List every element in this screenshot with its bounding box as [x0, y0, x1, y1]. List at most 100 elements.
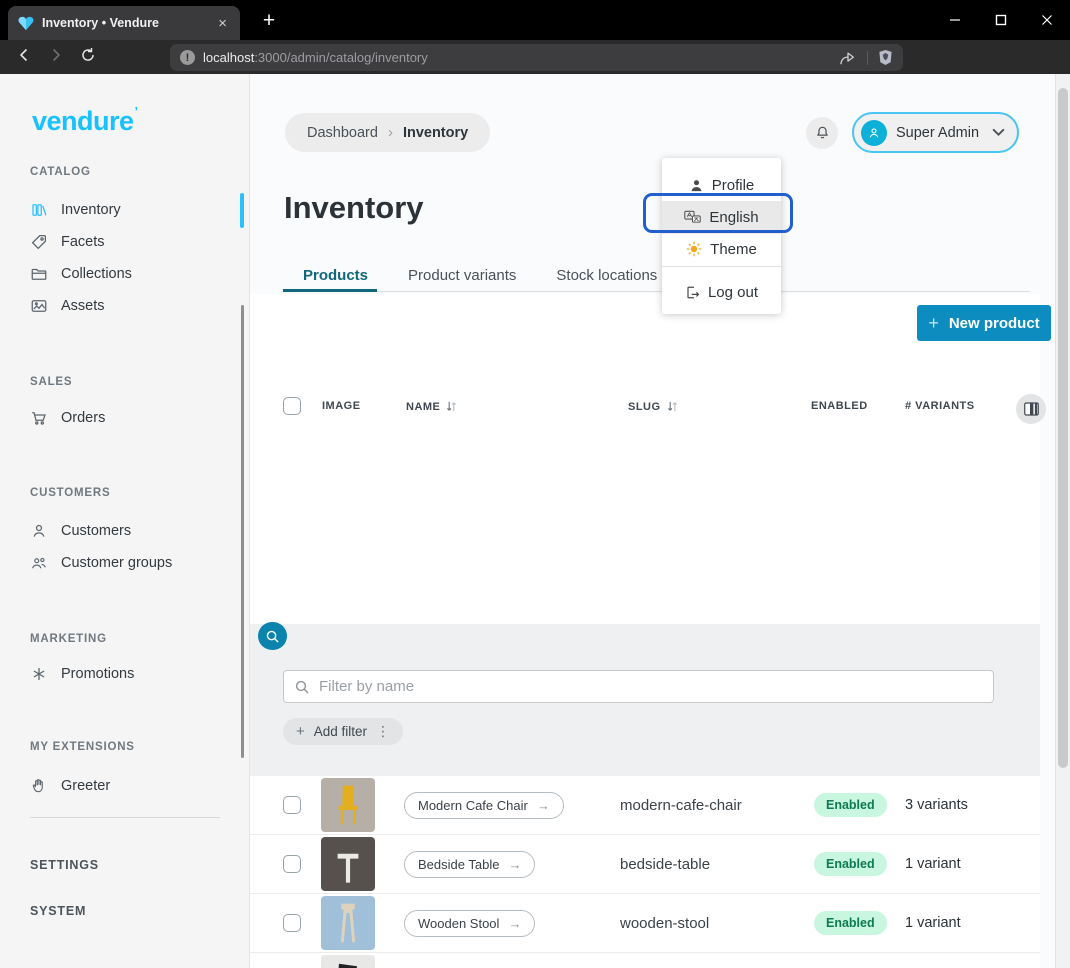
users-icon — [30, 554, 48, 572]
tab-bar: Products Product variants Stock location… — [283, 260, 677, 291]
library-icon — [30, 201, 48, 219]
back-button[interactable] — [8, 47, 40, 67]
kebab-menu-icon[interactable]: ⋮ — [376, 723, 390, 740]
sidebar-item-facets[interactable]: Facets — [0, 226, 240, 258]
breadcrumb-inventory[interactable]: Inventory — [403, 125, 468, 141]
column-header-slug[interactable]: SLUG — [628, 400, 679, 413]
maximize-button[interactable] — [978, 0, 1024, 40]
status-badge: Enabled — [814, 793, 887, 817]
share-icon[interactable] — [839, 50, 857, 66]
sidebar-item-label: Facets — [61, 234, 105, 250]
browser-tab[interactable]: Inventory • Vendure × — [8, 6, 240, 40]
variant-count: 3 variants — [905, 797, 968, 813]
tab-stock-locations[interactable]: Stock locations — [536, 260, 677, 291]
sidebar-item-customers[interactable]: Customers — [0, 515, 240, 547]
filter-section: + Add filter ⋮ — [250, 624, 1040, 776]
table-row: Modern Cafe Chair→ modern-cafe-chair Ena… — [250, 776, 1040, 835]
variant-count: 1 variant — [905, 915, 961, 931]
cart-icon — [30, 409, 48, 427]
url-bar[interactable]: ! localhost:3000/admin/catalog/inventory — [170, 44, 903, 71]
search-icon — [294, 679, 310, 695]
select-all-checkbox[interactable] — [283, 397, 301, 415]
status-badge: Enabled — [814, 852, 887, 876]
section-label-marketing: MARKETING — [30, 633, 107, 645]
filter-by-name-input[interactable] — [319, 678, 983, 695]
sidebar-item-customer-groups[interactable]: Customer groups — [0, 547, 240, 579]
search-toggle-button[interactable] — [258, 622, 287, 650]
sort-icon[interactable] — [445, 400, 458, 413]
row-checkbox[interactable] — [283, 914, 301, 932]
add-filter-button[interactable]: + Add filter ⋮ — [283, 718, 403, 745]
sidebar-item-collections[interactable]: Collections — [0, 258, 240, 290]
tab-products[interactable]: Products — [283, 260, 388, 291]
sidebar-item-label: Inventory — [61, 202, 121, 218]
product-image — [321, 837, 375, 891]
sidebar-item-label: Customers — [61, 523, 131, 539]
row-checkbox[interactable] — [283, 796, 301, 814]
row-checkbox[interactable] — [283, 855, 301, 873]
product-name-chip[interactable]: Wooden Stool→ — [404, 910, 535, 937]
vendure-favicon — [18, 16, 34, 31]
section-label-catalog: CATALOG — [30, 166, 91, 178]
page-scrollbar[interactable] — [1055, 74, 1070, 968]
sidebar-item-greeter[interactable]: Greeter — [0, 770, 240, 802]
site-info-icon[interactable]: ! — [180, 50, 195, 65]
keyboard-focus-ring — [643, 193, 793, 233]
sidebar-scrollbar[interactable] — [241, 305, 244, 758]
tab-product-variants[interactable]: Product variants — [388, 260, 536, 291]
breadcrumb-dashboard[interactable]: Dashboard — [307, 125, 378, 141]
product-name: Modern Cafe Chair — [418, 798, 528, 813]
close-window-button[interactable] — [1024, 0, 1070, 40]
table-row: Bedside Table→ bedside-table Enabled 1 v… — [250, 835, 1040, 894]
user-menu-button[interactable]: Super Admin — [852, 112, 1019, 153]
sidebar: vendure’ CATALOG Inventory Facets Collec… — [0, 74, 250, 968]
url-text: localhost:3000/admin/catalog/inventory — [203, 50, 831, 65]
sort-icon[interactable] — [666, 400, 679, 413]
column-header-name[interactable]: NAME — [406, 400, 458, 413]
sidebar-item-label: Assets — [61, 298, 105, 314]
product-slug: wooden-stool — [620, 915, 814, 932]
vendure-admin-app: vendure’ CATALOG Inventory Facets Collec… — [0, 74, 1070, 968]
sidebar-divider — [30, 817, 220, 818]
product-image-shape — [335, 784, 361, 826]
bell-icon — [814, 124, 831, 142]
new-tab-button[interactable]: + — [254, 6, 284, 36]
brave-shield-icon[interactable] — [878, 49, 893, 66]
tab-close-icon[interactable]: × — [215, 15, 230, 32]
sidebar-section-settings[interactable]: SETTINGS — [0, 847, 250, 883]
sidebar-item-label: Promotions — [61, 666, 134, 682]
breadcrumb[interactable]: Dashboard › Inventory — [285, 113, 490, 152]
status-badge: Enabled — [814, 911, 887, 935]
sidebar-item-orders[interactable]: Orders — [0, 402, 240, 434]
product-image — [321, 896, 375, 950]
product-name: Bedside Table — [418, 857, 499, 872]
reload-button[interactable] — [72, 47, 104, 67]
product-image-shape — [336, 902, 360, 944]
sidebar-section-system[interactable]: SYSTEM — [0, 893, 250, 929]
product-name-chip[interactable]: Bedside Table→ — [404, 851, 535, 878]
filter-input-wrap[interactable] — [283, 670, 994, 703]
new-product-button[interactable]: + New product — [917, 305, 1051, 341]
sidebar-item-assets[interactable]: Assets — [0, 290, 240, 322]
hand-icon — [30, 777, 48, 795]
vendure-logo[interactable]: vendure’ — [32, 104, 138, 137]
product-name-chip[interactable]: Modern Cafe Chair→ — [404, 792, 564, 819]
menu-item-theme[interactable]: Theme — [662, 234, 781, 264]
tag-icon — [30, 233, 48, 251]
sidebar-item-label: Customer groups — [61, 555, 172, 571]
sidebar-item-promotions[interactable]: Promotions — [0, 658, 240, 690]
column-settings-button[interactable] — [1016, 394, 1046, 424]
user-icon — [30, 522, 48, 540]
menu-item-logout[interactable]: Log out — [662, 277, 781, 307]
active-tab-indicator — [283, 289, 377, 292]
product-slug: modern-cafe-chair — [620, 797, 814, 814]
minimize-button[interactable] — [932, 0, 978, 40]
scrollbar-thumb[interactable] — [1058, 88, 1068, 768]
product-image — [321, 778, 375, 832]
sidebar-item-inventory[interactable]: Inventory — [0, 194, 240, 226]
notifications-button[interactable] — [806, 117, 838, 149]
column-header-variants: # VARIANTS — [905, 400, 975, 412]
forward-button[interactable] — [40, 47, 72, 67]
plus-icon: + — [928, 313, 939, 334]
tab-title: Inventory • Vendure — [42, 16, 207, 30]
